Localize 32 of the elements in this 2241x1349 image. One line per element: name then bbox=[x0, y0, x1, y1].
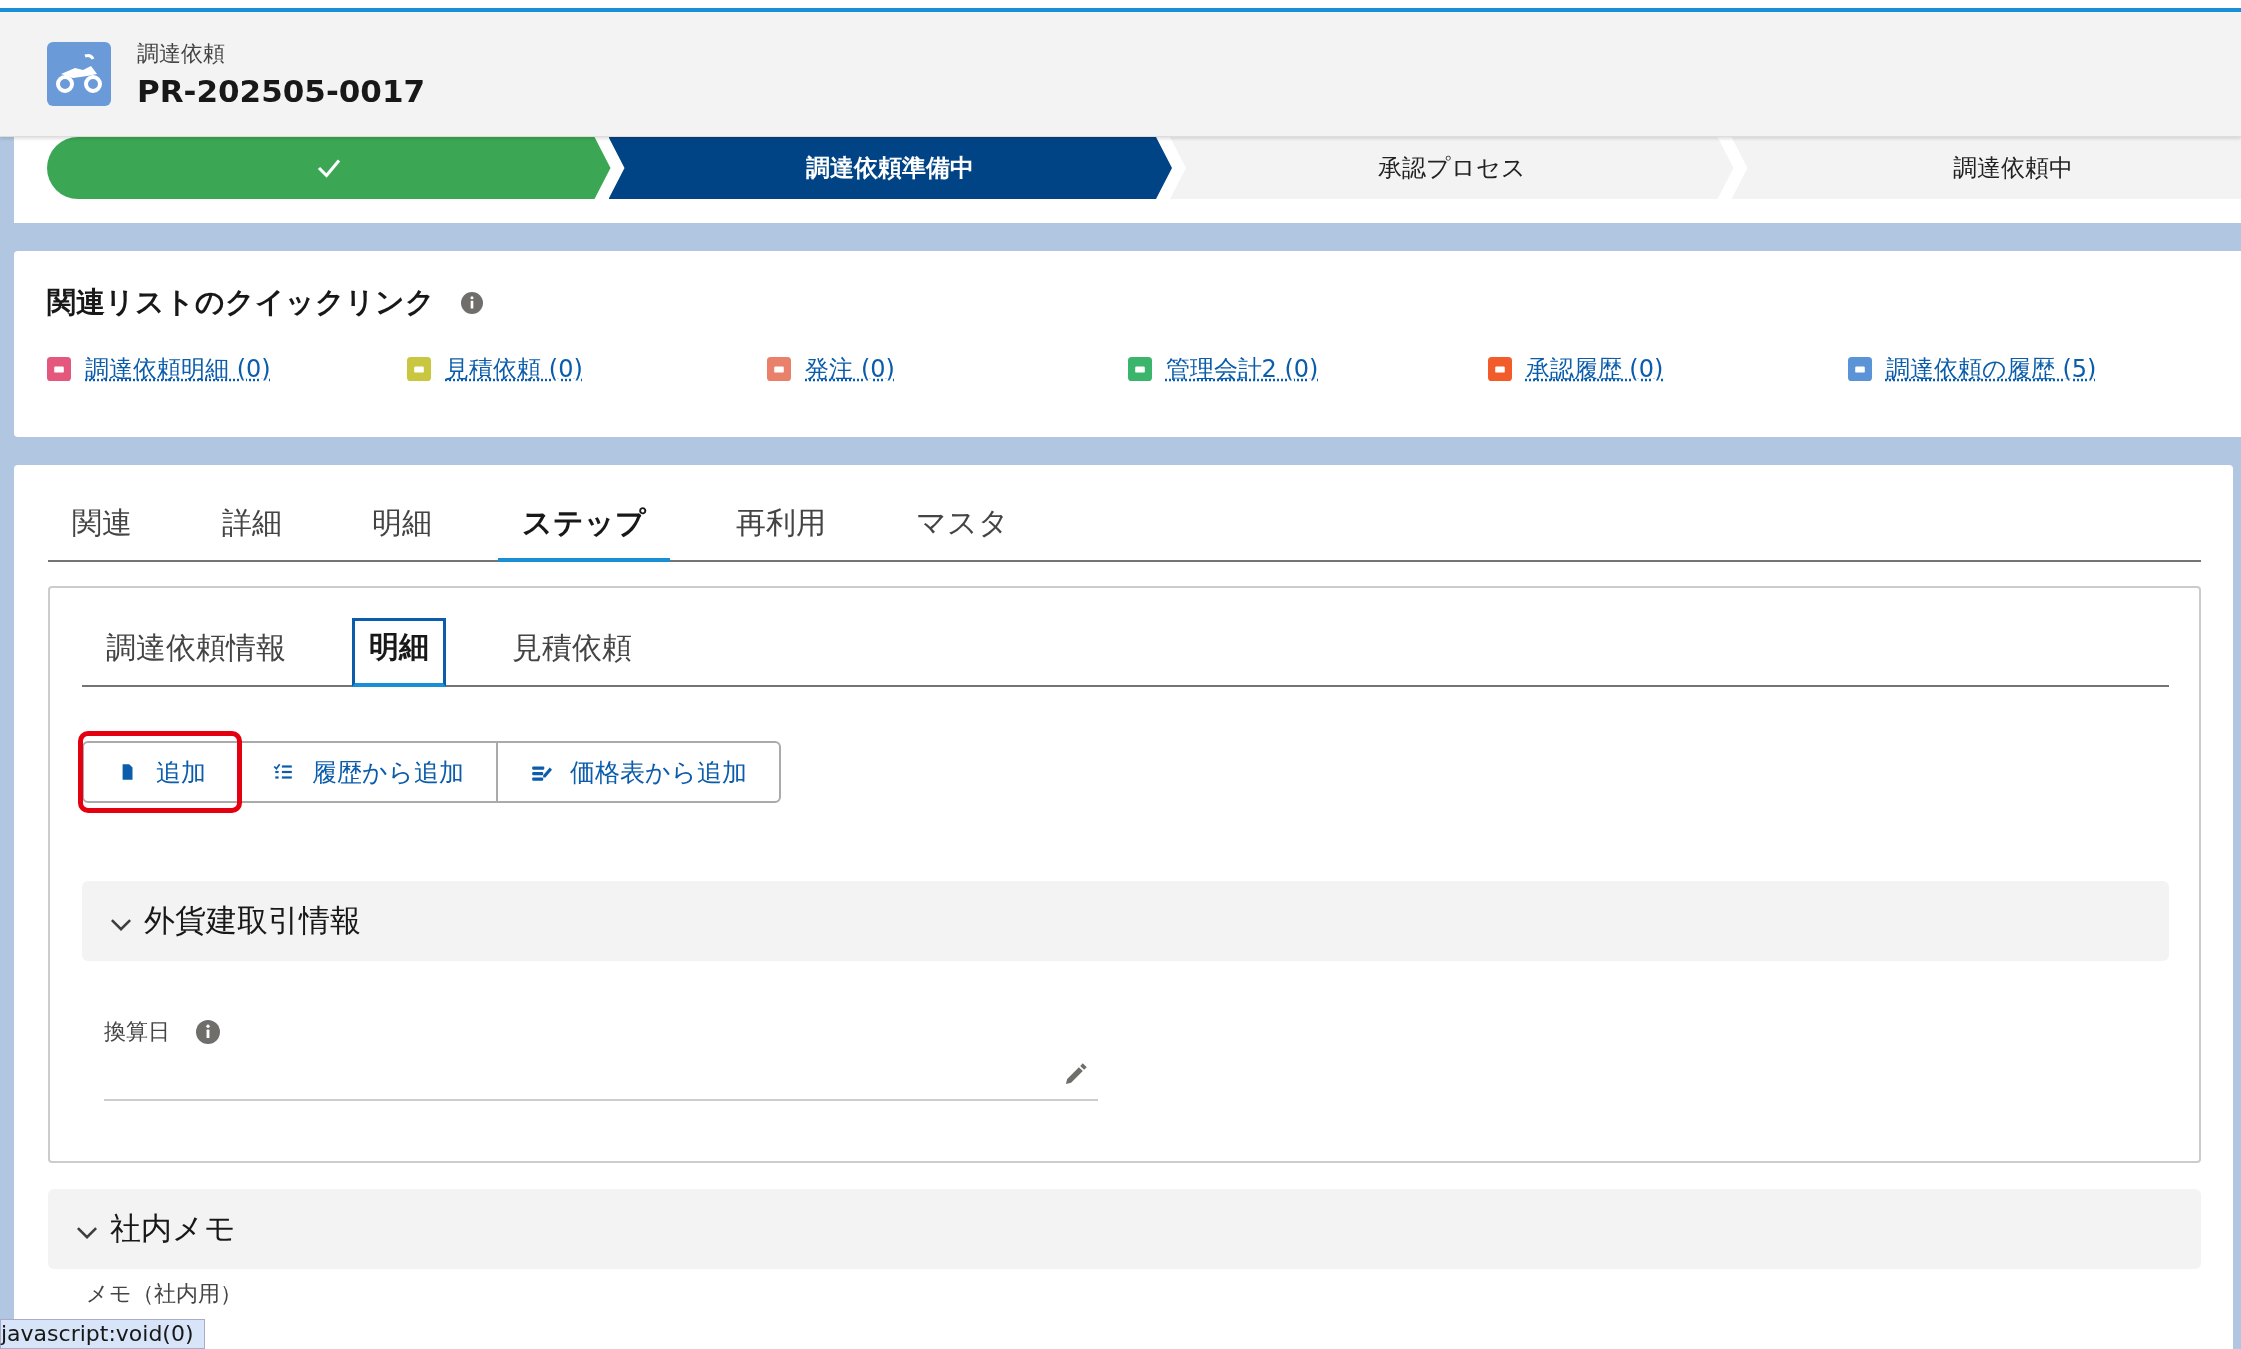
subtab[interactable]: 明細 bbox=[352, 618, 446, 687]
field-label: 換算日 bbox=[104, 1018, 170, 1046]
tab[interactable]: 関連 bbox=[48, 493, 156, 562]
path-step[interactable]: 調達依頼中 bbox=[1731, 137, 2241, 199]
motorbike-icon bbox=[47, 42, 111, 106]
add-button[interactable]: 価格表から追加 bbox=[496, 741, 781, 803]
tab[interactable]: 再利用 bbox=[712, 493, 850, 562]
info-icon bbox=[196, 1020, 220, 1044]
tab[interactable]: 詳細 bbox=[198, 493, 306, 562]
quick-link[interactable]: 承認履歴 (0) bbox=[1525, 353, 1664, 385]
record-title: PR-202505-0017 bbox=[137, 73, 426, 109]
path-step[interactable]: 調達依頼準備中 bbox=[608, 137, 1172, 199]
add-button[interactable]: 追加 bbox=[82, 741, 240, 803]
quick-link[interactable]: 発注 (0) bbox=[805, 353, 895, 385]
tab[interactable]: 明細 bbox=[348, 493, 456, 562]
status-tooltip: javascript:void(0) bbox=[0, 1319, 205, 1349]
path-step[interactable] bbox=[47, 137, 611, 199]
quick-link[interactable]: 調達依頼明細 (0) bbox=[85, 353, 271, 385]
section-header[interactable]: 外貨建取引情報 bbox=[82, 881, 2169, 961]
quick-link[interactable]: 見積依頼 (0) bbox=[445, 353, 583, 385]
quick-links-title: 関連リストのクイックリンク bbox=[47, 284, 435, 321]
subtab[interactable]: 調達依頼情報 bbox=[82, 618, 310, 687]
tab[interactable]: マスタ bbox=[892, 493, 1033, 562]
quick-link[interactable]: 調達依頼の履歴 (5) bbox=[1885, 353, 2097, 385]
section-header[interactable]: 社内メモ bbox=[48, 1189, 2201, 1269]
object-label: 調達依頼 bbox=[137, 40, 226, 68]
path-step[interactable]: 承認プロセス bbox=[1170, 137, 1734, 199]
subtab[interactable]: 見積依頼 bbox=[488, 618, 656, 687]
field-label: メモ（社内用） bbox=[86, 1281, 243, 1307]
quick-link[interactable]: 管理会計2 (0) bbox=[1165, 353, 1319, 385]
info-icon bbox=[461, 292, 483, 314]
tab[interactable]: ステップ bbox=[498, 493, 670, 562]
